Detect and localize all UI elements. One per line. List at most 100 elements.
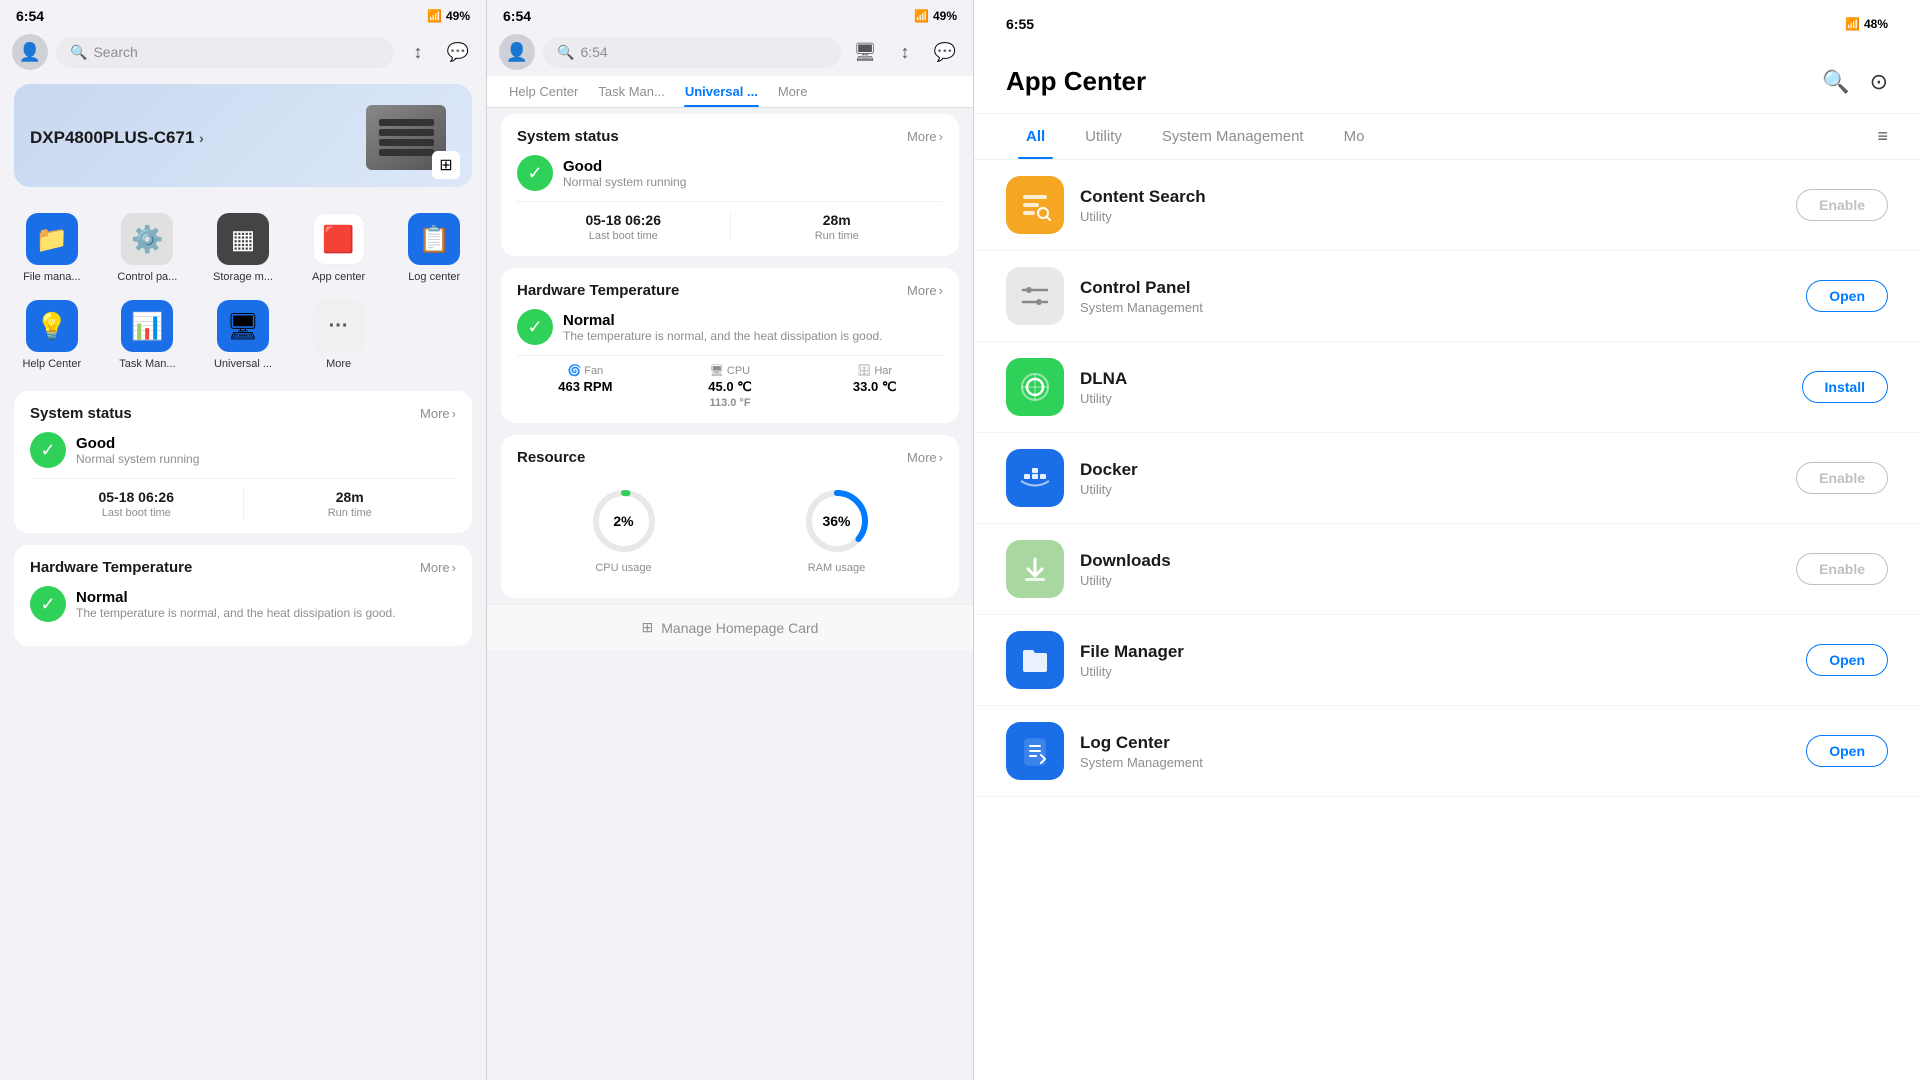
resource-card: Resource More › 2% CPU usage: [501, 435, 959, 598]
cat-log-center: System Management: [1080, 755, 1790, 770]
tab-system-management[interactable]: System Management: [1142, 114, 1324, 159]
btn-dlna[interactable]: Install: [1802, 371, 1888, 403]
hardware-temp-more-1[interactable]: More ›: [420, 560, 456, 575]
signal-icon-2: 📶: [914, 9, 929, 23]
hardware-temp-card-2: Hardware Temperature More › ✓ Normal The…: [501, 268, 959, 423]
tab-help-center[interactable]: Help Center: [499, 76, 588, 107]
tab-task-manager[interactable]: Task Man...: [588, 76, 674, 107]
name-file-manager: File Manager: [1080, 642, 1790, 662]
ram-usage-val: 36%: [822, 513, 850, 529]
app-more[interactable]: ··· More: [291, 290, 387, 377]
search-input-1[interactable]: 🔍 Search: [56, 37, 394, 68]
btn-content-search[interactable]: Enable: [1796, 189, 1888, 221]
search-placeholder-2: 6:54: [580, 44, 607, 60]
btn-file-manager[interactable]: Open: [1806, 644, 1888, 676]
message-icon-2[interactable]: 💬: [929, 36, 961, 68]
system-status-more-2[interactable]: More ›: [907, 129, 943, 144]
list-item-docker: Docker Utility Enable: [974, 433, 1920, 524]
search-bar-2: 👤 🔍 6:54 🖥 ↕ 💬: [487, 28, 973, 76]
btn-downloads[interactable]: Enable: [1796, 553, 1888, 585]
resource-more[interactable]: More ›: [907, 450, 943, 465]
list-icon[interactable]: ≡: [1877, 126, 1888, 147]
search-icon-1: 🔍: [70, 44, 87, 61]
system-status-header-1: System status More ›: [30, 405, 456, 422]
btn-log-center[interactable]: Open: [1806, 735, 1888, 767]
tab-utility[interactable]: Utility: [1065, 114, 1142, 159]
app-task-manager[interactable]: 📊 Task Man...: [100, 290, 196, 377]
status-row-1: ✓ Good Normal system running: [30, 432, 456, 468]
btn-docker[interactable]: Enable: [1796, 462, 1888, 494]
btn-control-panel[interactable]: Open: [1806, 280, 1888, 312]
app-label-control-panel: Control pa...: [117, 271, 177, 284]
tab-universal[interactable]: Universal ...: [675, 76, 768, 107]
signal-icon: 📶: [427, 9, 442, 23]
device-name: DXP4800PLUS-C671 ›: [30, 128, 204, 148]
cpu-temp: 🖥 CPU 45.0 ℃ 113.0 °F: [662, 364, 799, 409]
search-input-2[interactable]: 🔍 6:54: [543, 37, 841, 68]
cat-dlna: Utility: [1080, 391, 1786, 406]
boot-row-1: 05-18 06:26 Last boot time 28m Run time: [30, 478, 456, 519]
nav-tabs-2: Help Center Task Man... Universal ... Mo…: [487, 76, 973, 108]
app-file-manager[interactable]: 📁 File mana...: [4, 203, 100, 290]
message-icon-1[interactable]: 💬: [442, 36, 474, 68]
status-icons-3: 📶 48%: [1845, 17, 1888, 31]
time-3: 6:55: [1006, 16, 1034, 32]
tab-more-2[interactable]: More: [768, 76, 818, 107]
app-universal[interactable]: 🖥 Universal ...: [195, 290, 291, 377]
name-log-center: Log Center: [1080, 733, 1790, 753]
time-1: 6:54: [16, 8, 44, 24]
sort-icon-1[interactable]: ↕: [402, 36, 434, 68]
ram-usage-item: 36% RAM usage: [802, 486, 872, 574]
ram-circle: 36%: [802, 486, 872, 556]
cpu-usage-item: 2% CPU usage: [589, 486, 659, 574]
status-sub-1: Normal system running: [76, 452, 199, 466]
icon-log-center: [1006, 722, 1064, 780]
ram-usage-label: RAM usage: [808, 562, 865, 574]
fan-temp: 🌀 Fan 463 RPM: [517, 364, 654, 409]
system-status-title-2: System status: [517, 128, 619, 145]
app-label-more: More: [326, 358, 351, 371]
name-downloads: Downloads: [1080, 551, 1780, 571]
cpu-usage-label: CPU usage: [595, 562, 651, 574]
run-time-1: 28m Run time: [243, 489, 457, 519]
search-bar-1: 👤 🔍 Search ↕ 💬: [0, 28, 486, 76]
time-2: 6:54: [503, 8, 531, 24]
app-app-center[interactable]: 🟥 App center: [291, 203, 387, 290]
app-help-center[interactable]: 💡 Help Center: [4, 290, 100, 377]
normal-row-1: ✓ Normal The temperature is normal, and …: [30, 586, 456, 622]
search-icon-2: 🔍: [557, 44, 574, 61]
hardware-temp-header-2: Hardware Temperature More ›: [517, 282, 943, 299]
header-icons: 🔍 ⊙: [1822, 69, 1888, 95]
name-content-search: Content Search: [1080, 187, 1780, 207]
device-card[interactable]: DXP4800PLUS-C671 › ⊞: [14, 84, 472, 187]
cpu-icon: 🖥 CPU: [710, 364, 750, 377]
name-docker: Docker: [1080, 460, 1780, 480]
app-control-panel[interactable]: ⚙️ Control pa...: [100, 203, 196, 290]
app-log-center[interactable]: 📋 Log center: [386, 203, 482, 290]
sort-icon-2[interactable]: ↕: [889, 36, 921, 68]
status-sub-2: Normal system running: [563, 175, 686, 189]
info-downloads: Downloads Utility: [1080, 551, 1780, 588]
status-bar-1: 6:54 📶 49%: [0, 0, 486, 28]
temp-sub-1: The temperature is normal, and the heat …: [76, 606, 396, 620]
info-dlna: DLNA Utility: [1080, 369, 1786, 406]
hdd-temp: 🗄 Har 33.0 ℃: [806, 364, 943, 409]
list-item-downloads: Downloads Utility Enable: [974, 524, 1920, 615]
tab-all[interactable]: All: [1006, 114, 1065, 159]
run-time-2: 28m Run time: [730, 212, 944, 242]
app-label-file-manager: File mana...: [23, 271, 80, 284]
monitor-icon-2[interactable]: 🖥: [849, 36, 881, 68]
record-icon[interactable]: ⊙: [1870, 69, 1888, 95]
icon-control-panel: [1006, 267, 1064, 325]
icon-dlna: [1006, 358, 1064, 416]
app-storage-manager[interactable]: ▦ Storage m...: [195, 203, 291, 290]
hardware-temp-more-2[interactable]: More ›: [907, 283, 943, 298]
avatar-2: 👤: [499, 34, 535, 70]
manage-homepage-card[interactable]: ⊞ Manage Homepage Card: [487, 604, 973, 650]
hardware-temp-title-2: Hardware Temperature: [517, 282, 679, 299]
system-status-more-1[interactable]: More ›: [420, 406, 456, 421]
system-status-card-1: System status More › ✓ Good Normal syste…: [14, 391, 472, 533]
search-icon-3[interactable]: 🔍: [1822, 69, 1849, 95]
name-control-panel: Control Panel: [1080, 278, 1790, 298]
tab-more-3[interactable]: Mo: [1324, 114, 1385, 159]
